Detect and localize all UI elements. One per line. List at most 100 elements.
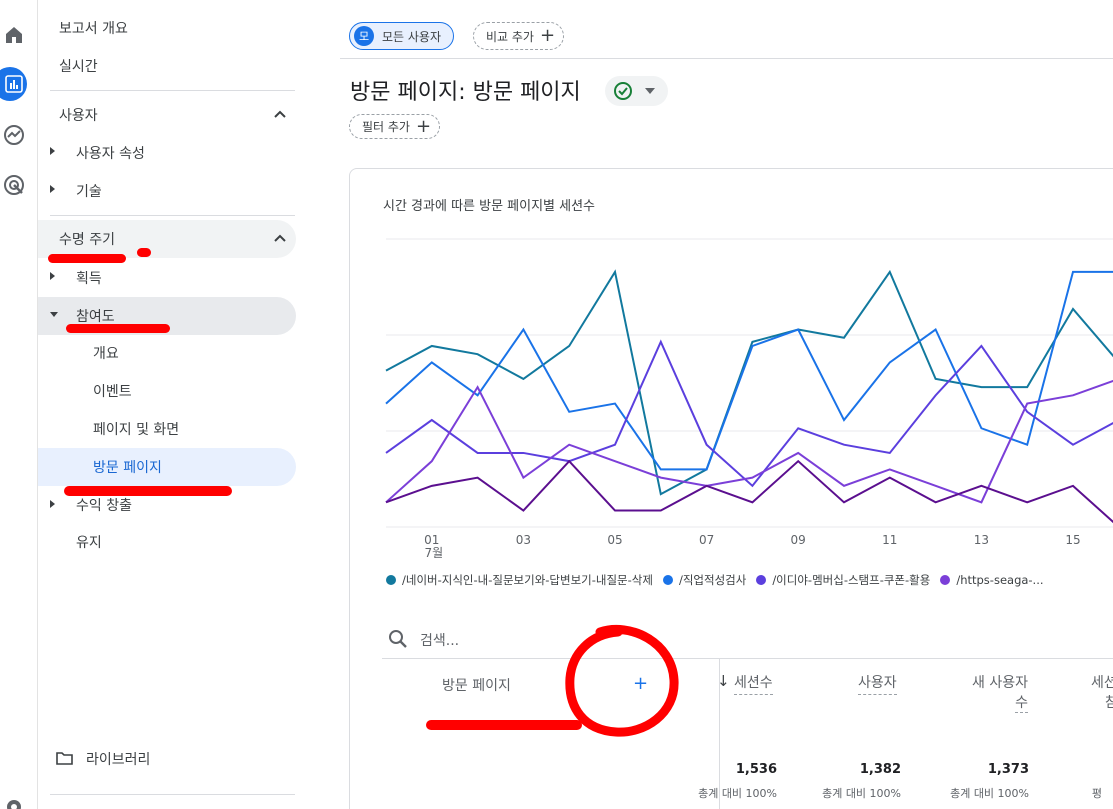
report-navigation: 보고서 개요 실시간 사용자 사용자 속성 기술 수명 주기 획득 참여도 개요… xyxy=(38,0,300,809)
chevron-up-icon[interactable] xyxy=(274,110,286,118)
nav-overview[interactable]: 개요 xyxy=(93,343,119,363)
col-header-line: 새 사용자 xyxy=(972,675,1028,691)
red-underline-annotation xyxy=(48,254,126,263)
col-header-line: 참 xyxy=(1105,695,1113,711)
col-header-sessions[interactable]: 세션수 xyxy=(734,672,773,695)
explore-icon[interactable] xyxy=(0,120,28,150)
table-search[interactable]: 검색... xyxy=(382,619,1113,659)
total-users-pct: 총계 대비 100% xyxy=(822,787,901,800)
search-icon xyxy=(389,630,407,648)
legend-label: /네이버-지식인-내-질문보기와-답변보기-내질문-삭제 xyxy=(402,573,653,587)
series-line-4[interactable] xyxy=(385,459,1113,527)
nav-retention[interactable]: 유지 xyxy=(76,532,102,552)
red-underline-annotation xyxy=(66,324,170,333)
home-icon[interactable] xyxy=(0,20,28,50)
red-underline-annotation xyxy=(426,720,582,730)
caret-right-icon xyxy=(50,500,55,508)
x-tick-label: 01 xyxy=(424,533,439,547)
series-line-0[interactable] xyxy=(385,269,1113,496)
settings-gear-icon[interactable] xyxy=(0,792,28,809)
x-tick-label: 07 xyxy=(699,533,714,547)
nav-acquisition[interactable]: 획득 xyxy=(76,268,102,288)
plus-icon: + xyxy=(539,25,556,46)
col-header-line: 수 xyxy=(1015,692,1028,713)
dimension-header[interactable]: 방문 페이지 xyxy=(442,675,511,695)
col-header-new-users[interactable]: 새 사용자 수 xyxy=(966,672,1028,713)
nav-section-lifecycle: 수명 주기 xyxy=(59,232,115,248)
legend-dot xyxy=(386,575,396,585)
total-sessions-pct: 총계 대비 100% xyxy=(698,787,777,800)
chart-legend: /네이버-지식인-내-질문보기와-답변보기-내질문-삭제 /직업적성검사 /이디… xyxy=(386,572,1054,588)
nav-landing-page: 방문 페이지 xyxy=(93,460,162,476)
x-tick-label: 15 xyxy=(1065,533,1080,547)
search-input[interactable]: 검색... xyxy=(420,630,459,650)
col-header-users[interactable]: 사용자 xyxy=(858,672,897,695)
col-header-engaged-sessions[interactable]: 세션 참 xyxy=(1091,672,1113,712)
total-users: 1,382 xyxy=(859,762,901,777)
x-tick-label: 03 xyxy=(516,533,531,547)
series-line-1[interactable] xyxy=(385,270,1113,471)
caret-right-icon xyxy=(50,272,55,280)
red-dot-annotation xyxy=(137,248,151,257)
nav-divider xyxy=(50,215,295,216)
total-sessions: 1,536 xyxy=(735,762,777,777)
legend-label: /https-seaga-... xyxy=(956,573,1044,587)
legend-item[interactable]: /https-seaga-... xyxy=(940,572,1044,588)
nav-pages-screens[interactable]: 페이지 및 화면 xyxy=(93,419,179,439)
x-month-label: 7월 xyxy=(424,546,443,559)
nav-tech[interactable]: 기술 xyxy=(76,181,102,201)
total-new-users: 1,373 xyxy=(987,762,1029,777)
segment-label: 모든 사용자 xyxy=(382,29,442,44)
legend-item[interactable]: /네이버-지식인-내-질문보기와-답변보기-내질문-삭제 xyxy=(386,572,653,588)
x-tick-label: 11 xyxy=(882,533,897,547)
nav-divider xyxy=(50,90,295,91)
folder-icon xyxy=(56,752,73,765)
caret-right-icon xyxy=(50,147,55,155)
icon-rail xyxy=(0,0,38,809)
caret-right-icon xyxy=(50,185,55,193)
col-header-line: 세션 xyxy=(1091,675,1113,691)
add-comparison-button[interactable]: 비교 추가 + xyxy=(473,22,565,50)
legend-label: /이디야-멤버십-스탬프-쿠폰-활용 xyxy=(772,573,931,587)
nav-landing-page-active[interactable] xyxy=(38,448,296,486)
segment-chip-all-users[interactable]: 모 모든 사용자 xyxy=(349,22,455,50)
segment-avatar: 모 xyxy=(354,26,374,46)
nav-user-attributes[interactable]: 사용자 속성 xyxy=(76,143,145,163)
chart-card: 시간 경과에 따른 방문 페이지별 세션수 01 03 05 07 09 11 13 15 7월… xyxy=(349,168,1113,809)
legend-item[interactable]: /직업적성검사 xyxy=(662,572,747,588)
advertising-icon[interactable] xyxy=(0,170,28,200)
check-circle-icon xyxy=(614,82,632,100)
legend-dot xyxy=(940,575,951,585)
nav-report-overview[interactable]: 보고서 개요 xyxy=(59,18,128,38)
report-status-dropdown[interactable] xyxy=(605,76,668,106)
add-filter-label: 필터 추가 xyxy=(362,120,410,134)
chevron-up-icon[interactable] xyxy=(274,234,286,242)
x-tick-label: 13 xyxy=(974,533,989,547)
legend-dot xyxy=(662,575,673,585)
header-divider xyxy=(340,58,1113,59)
nav-library[interactable]: 라이브러리 xyxy=(86,749,150,769)
reports-bar-chart-icon[interactable] xyxy=(0,69,28,99)
nav-engagement: 참여도 xyxy=(76,309,115,325)
nav-monetization[interactable]: 수익 창출 xyxy=(76,495,132,515)
x-tick-label: 09 xyxy=(791,533,806,547)
plus-icon: + xyxy=(415,115,432,137)
caret-down-icon xyxy=(50,312,58,317)
legend-dot xyxy=(756,575,767,585)
page-title: 방문 페이지: 방문 페이지 xyxy=(350,80,581,105)
legend-item[interactable]: /이디야-멤버십-스탬프-쿠폰-활용 xyxy=(756,572,930,588)
x-tick-label: 05 xyxy=(607,533,622,547)
dropdown-arrow-icon xyxy=(645,88,655,94)
add-comparison-label: 비교 추가 xyxy=(486,29,534,44)
nav-section-user[interactable]: 사용자 xyxy=(59,105,98,125)
sort-desc-arrow-icon[interactable]: ↓ xyxy=(717,672,730,690)
red-underline-annotation xyxy=(64,486,232,496)
nav-realtime[interactable]: 실시간 xyxy=(59,56,98,76)
line-chart: 01 03 05 07 09 11 13 15 7월 xyxy=(385,238,1113,559)
total-engaged-pct: 평 xyxy=(1091,787,1102,800)
add-filter-button[interactable]: 필터 추가 + xyxy=(349,114,441,139)
legend-label: /직업적성검사 xyxy=(678,573,747,587)
red-circle-annotation xyxy=(565,624,679,737)
chart-title: 시간 경과에 따른 방문 페이지별 세션수 xyxy=(383,199,596,214)
nav-events[interactable]: 이벤트 xyxy=(93,381,132,401)
